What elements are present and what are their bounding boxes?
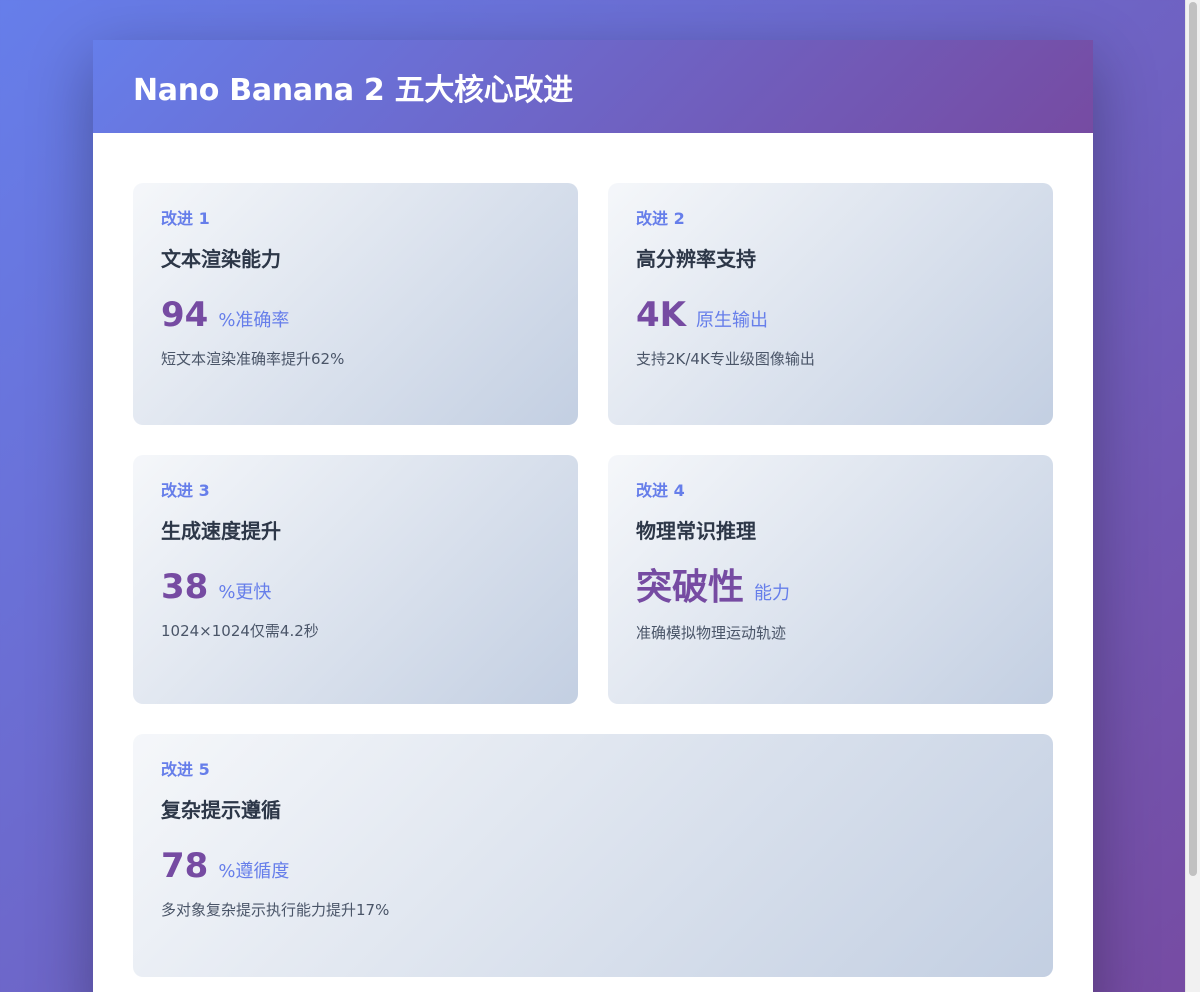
- improvement-card-2: 改进 2 高分辨率支持 4K 原生输出 支持2K/4K专业级图像输出: [608, 183, 1053, 425]
- improvement-metric: 38 %更快: [161, 570, 550, 604]
- improvement-label: 改进 3: [161, 481, 210, 500]
- improvement-card-3: 改进 3 生成速度提升 38 %更快 1024×1024仅需4.2秒: [133, 455, 578, 704]
- improvement-description: 多对象复杂提示执行能力提升17%: [161, 901, 390, 919]
- improvement-description: 支持2K/4K专业级图像输出: [636, 350, 815, 368]
- improvement-title: 生成速度提升: [161, 519, 281, 543]
- metric-unit: 原生输出: [696, 310, 769, 331]
- improvement-label: 改进 4: [636, 481, 685, 500]
- metric-value: 4K: [636, 295, 687, 335]
- improvement-card-1: 改进 1 文本渲染能力 94 %准确率 短文本渲染准确率提升62%: [133, 183, 578, 425]
- page-title: Nano Banana 2 五大核心改进: [133, 72, 573, 108]
- metric-unit: %准确率: [218, 310, 290, 331]
- improvement-label: 改进 5: [161, 760, 210, 779]
- improvement-card-5: 改进 5 复杂提示遵循 78 %遵循度 多对象复杂提示执行能力提升17%: [133, 734, 1053, 977]
- improvement-description: 准确模拟物理运动轨迹: [636, 624, 787, 642]
- vertical-scrollbar[interactable]: [1185, 0, 1200, 992]
- metric-unit: %遵循度: [218, 861, 290, 882]
- metric-value: 78: [161, 846, 209, 886]
- improvement-description: 1024×1024仅需4.2秒: [161, 622, 319, 640]
- improvement-metric: 4K 原生输出: [636, 298, 1025, 332]
- improvement-title: 文本渲染能力: [161, 247, 281, 271]
- improvement-label: 改进 1: [161, 209, 210, 228]
- metric-unit: %更快: [218, 582, 272, 603]
- improvement-label: 改进 2: [636, 209, 685, 228]
- improvement-title: 复杂提示遵循: [161, 798, 281, 822]
- improvement-metric: 78 %遵循度: [161, 849, 1025, 883]
- metric-value: 94: [161, 295, 209, 335]
- header: Nano Banana 2 五大核心改进: [93, 40, 1093, 133]
- improvement-description: 短文本渲染准确率提升62%: [161, 350, 345, 368]
- metric-unit: 能力: [754, 583, 791, 604]
- scrollbar-thumb[interactable]: [1189, 2, 1197, 876]
- improvement-card-4: 改进 4 物理常识推理 突破性 能力 准确模拟物理运动轨迹: [608, 455, 1053, 704]
- metric-value: 38: [161, 567, 209, 607]
- improvement-metric: 94 %准确率: [161, 298, 550, 332]
- improvement-title: 高分辨率支持: [636, 247, 756, 271]
- improvement-metric: 突破性 能力: [636, 570, 1025, 606]
- main-panel: Nano Banana 2 五大核心改进 改进 1 文本渲染能力 94 %准确率…: [93, 40, 1093, 992]
- metric-value: 突破性: [636, 567, 745, 608]
- improvements-grid: 改进 1 文本渲染能力 94 %准确率 短文本渲染准确率提升62% 改进 2 高…: [93, 133, 1093, 977]
- improvement-title: 物理常识推理: [636, 519, 756, 543]
